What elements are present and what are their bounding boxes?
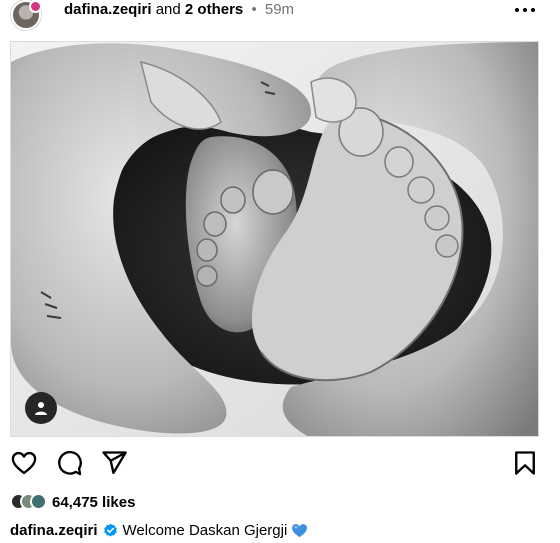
heart-outline-icon[interactable] xyxy=(10,449,38,477)
caption-text: Welcome Daskan Gjergji xyxy=(122,522,288,539)
photo-illustration xyxy=(11,42,538,436)
more-horizontal-icon[interactable] xyxy=(515,1,535,17)
post-header: dafina.zeqiri and 2 others • 59m xyxy=(0,0,560,40)
caption-username[interactable]: dafina.zeqiri xyxy=(10,522,98,539)
action-bar xyxy=(0,449,560,479)
liker-avatar xyxy=(30,493,47,510)
story-ring-badge xyxy=(29,0,42,13)
verified-badge-icon xyxy=(103,523,118,543)
likes-row: 64,475 likes xyxy=(10,490,310,514)
send-icon[interactable] xyxy=(100,449,128,477)
user-tag-icon[interactable] xyxy=(25,392,57,424)
blue-heart-emoji xyxy=(291,523,308,543)
author-conjunction: and xyxy=(155,1,181,18)
separator-dot: • xyxy=(251,1,257,18)
post-photo[interactable] xyxy=(10,41,539,437)
post-caption: dafina.zeqiri Welcome Daskan Gjergji xyxy=(10,522,308,543)
author-username[interactable]: dafina.zeqiri xyxy=(64,1,152,18)
likes-count[interactable]: 64,475 likes xyxy=(52,494,135,511)
post-time[interactable]: 59m xyxy=(265,1,294,18)
collaborators-link[interactable]: 2 others xyxy=(185,1,243,18)
comment-icon[interactable] xyxy=(55,449,83,477)
author-line: dafina.zeqiri and 2 others • 59m xyxy=(64,1,294,19)
author-avatar[interactable] xyxy=(10,0,44,30)
bookmark-icon[interactable] xyxy=(511,449,539,477)
